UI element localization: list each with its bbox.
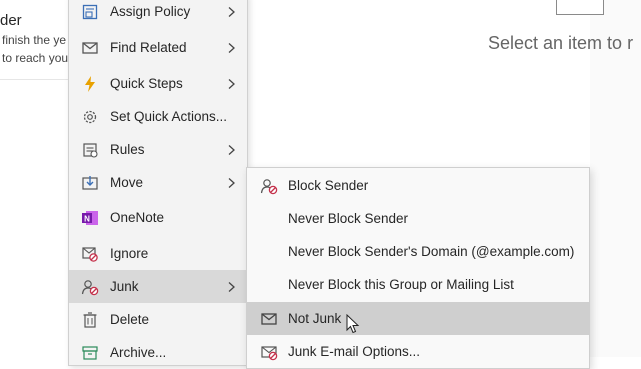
submenu-item-block-sender[interactable]: Block Sender (247, 169, 589, 202)
submenu-item-not-junk[interactable]: Not Junk (247, 302, 589, 335)
submenu-item-label: Never Block Sender (288, 211, 409, 226)
submenu-item-label: Never Block Sender's Domain (@example.co… (288, 244, 575, 259)
submenu-item-never-block-sender[interactable]: Never Block Sender (247, 202, 589, 235)
mouse-cursor-icon (346, 313, 360, 334)
menu-item-move[interactable]: Move (69, 166, 247, 199)
svg-text:N: N (84, 214, 90, 223)
email-sender: der (0, 12, 22, 29)
reading-pane-illustration (556, 0, 604, 15)
menu-item-label: OneNote (110, 210, 165, 225)
submenu-item-junk-email-options[interactable]: Junk E-mail Options... (247, 335, 589, 368)
junk-icon (81, 278, 99, 296)
menu-item-label: Archive... (110, 345, 167, 360)
menu-item-quick-steps[interactable]: Quick Steps (69, 67, 247, 100)
menu-item-label: Assign Policy (110, 4, 191, 19)
menu-item-label: Move (110, 175, 144, 190)
menu-item-junk[interactable]: Junk (69, 270, 247, 303)
menu-item-label: Delete (110, 312, 150, 327)
chevron-right-icon (225, 144, 237, 156)
envelope-icon (260, 310, 278, 328)
menu-item-rules[interactable]: Rules (69, 133, 247, 166)
reading-pane-message: Select an item to r (488, 33, 634, 53)
ignore-icon (81, 245, 99, 263)
chevron-right-icon (225, 78, 237, 90)
menu-item-label: Junk (110, 279, 139, 294)
gear-icon (81, 108, 99, 126)
context-menu: Assign Policy Find Related Quick Steps S… (68, 0, 248, 366)
submenu-item-label: Never Block this Group or Mailing List (288, 277, 514, 292)
submenu-item-label: Not Junk (288, 311, 342, 326)
menu-item-ignore[interactable]: Ignore (69, 237, 247, 270)
list-divider (0, 79, 72, 80)
menu-item-find-related[interactable]: Find Related (69, 31, 247, 64)
assign-policy-icon (81, 3, 99, 21)
menu-item-label: Find Related (110, 40, 187, 55)
submenu-item-never-block-domain[interactable]: Never Block Sender's Domain (@example.co… (247, 235, 589, 268)
menu-item-label: Rules (110, 142, 145, 157)
chevron-right-icon (225, 42, 237, 54)
onenote-icon: N (81, 209, 99, 227)
menu-item-onenote[interactable]: N OneNote (69, 201, 247, 234)
lightning-icon (81, 75, 99, 93)
menu-item-set-quick-actions[interactable]: Set Quick Actions... (69, 100, 247, 133)
menu-item-label: Ignore (110, 246, 149, 261)
menu-item-assign-policy[interactable]: Assign Policy (69, 0, 247, 28)
archive-icon (81, 344, 99, 362)
junk-options-icon (260, 343, 278, 361)
rules-icon (81, 141, 99, 159)
menu-item-archive[interactable]: Archive... (69, 336, 247, 369)
submenu-item-never-block-group[interactable]: Never Block this Group or Mailing List (247, 268, 589, 301)
menu-item-label: Set Quick Actions... (110, 109, 228, 124)
menu-item-delete[interactable]: Delete (69, 303, 247, 336)
junk-submenu: Block Sender Never Block Sender Never Bl… (246, 167, 590, 369)
find-related-icon (81, 39, 99, 57)
trash-icon (81, 311, 99, 329)
chevron-right-icon (225, 6, 237, 18)
chevron-right-icon (225, 177, 237, 189)
email-list[interactable]: der finish the ye to reach you (0, 0, 72, 357)
submenu-item-label: Block Sender (288, 178, 369, 193)
menu-item-label: Quick Steps (110, 76, 183, 91)
email-preview-line: to reach you (2, 51, 69, 65)
chevron-right-icon (225, 281, 237, 293)
email-preview-line: finish the ye (2, 33, 67, 47)
block-sender-icon (260, 177, 278, 195)
move-icon (81, 174, 99, 192)
